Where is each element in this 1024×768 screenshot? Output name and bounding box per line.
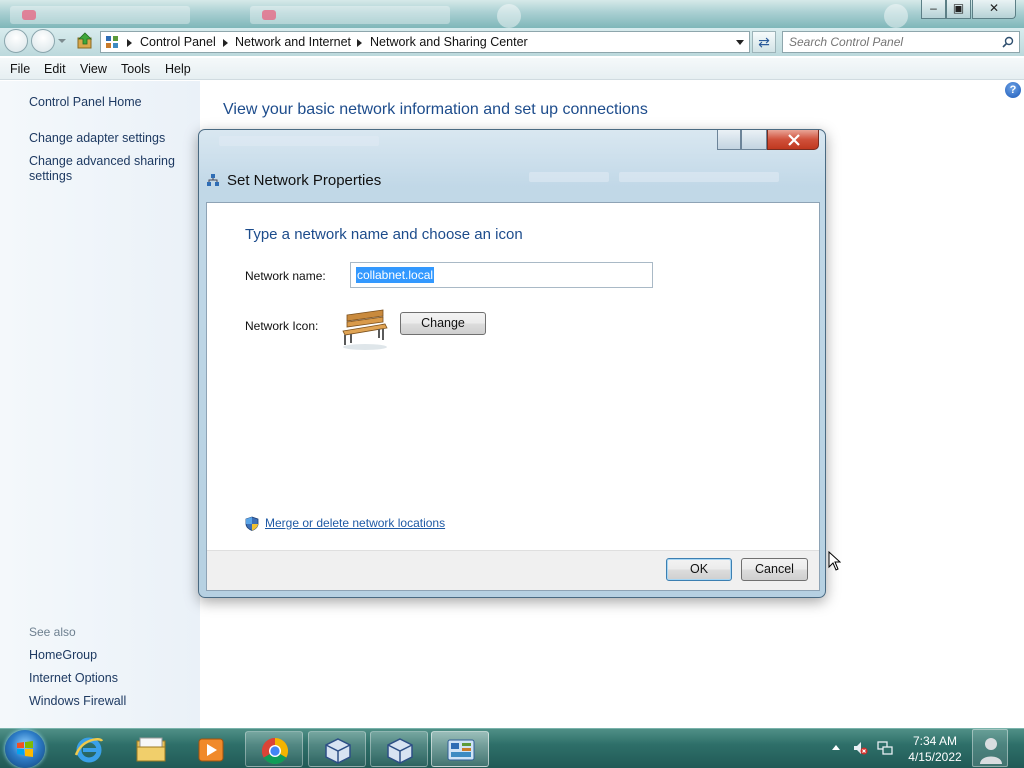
- cancel-button[interactable]: Cancel: [741, 558, 808, 581]
- taskbar-virtualbox-2[interactable]: [370, 731, 428, 767]
- system-clock[interactable]: 7:34 AM 4/15/2022: [900, 733, 970, 765]
- control-panel-home-link[interactable]: Control Panel Home: [29, 95, 142, 110]
- windows-firewall-link[interactable]: Windows Firewall: [29, 694, 126, 709]
- virtualbox-icon: [387, 738, 413, 764]
- network-name-value[interactable]: collabnet.local: [356, 267, 435, 283]
- window-titlebar: – ▣ ✕: [0, 0, 1024, 28]
- page-title: View your basic network information and …: [223, 101, 648, 118]
- background-tab-icon: [262, 10, 276, 20]
- dialog-title: Set Network Properties: [227, 172, 382, 189]
- set-network-properties-dialog: Set Network Properties Type a network na…: [198, 129, 826, 598]
- refresh-button[interactable]: ⇄: [752, 31, 776, 53]
- back-button[interactable]: [4, 29, 28, 53]
- background-tab-icon: [22, 10, 36, 20]
- internet-options-link[interactable]: Internet Options: [29, 671, 118, 686]
- glass-blur: [619, 172, 779, 182]
- taskbar: [0, 728, 1024, 768]
- bench-icon: [342, 309, 388, 350]
- taskbar-internet-explorer[interactable]: [60, 731, 118, 767]
- breadcrumb-network-internet[interactable]: Network and Internet: [235, 35, 351, 49]
- show-hidden-icons-button[interactable]: [832, 745, 840, 750]
- user-icon: [980, 738, 1002, 764]
- background-circle: [884, 4, 908, 28]
- taskbar-virtualbox-1[interactable]: [308, 731, 366, 767]
- forward-button[interactable]: [31, 29, 55, 53]
- media-player-icon: [198, 738, 224, 762]
- dialog-minimize-button[interactable]: [717, 130, 741, 150]
- taskbar-media-player[interactable]: [182, 731, 240, 767]
- volume-muted-icon[interactable]: [852, 740, 868, 756]
- background-circle: [497, 4, 521, 28]
- minimize-button[interactable]: –: [921, 0, 946, 19]
- clock-date: 4/15/2022: [908, 750, 962, 764]
- taskbar-chrome[interactable]: [245, 731, 303, 767]
- recent-pages-dropdown[interactable]: [58, 39, 66, 43]
- user-avatar-tile[interactable]: [972, 729, 1008, 767]
- network-status-icon[interactable]: [877, 740, 893, 756]
- change-adapter-settings-link[interactable]: Change adapter settings: [29, 131, 194, 146]
- dialog-heading: Type a network name and choose an icon: [245, 226, 523, 243]
- close-button[interactable]: ✕: [972, 0, 1016, 19]
- virtualbox-icon: [325, 738, 351, 764]
- search-icon[interactable]: [1002, 36, 1014, 48]
- merge-delete-locations-link[interactable]: Merge or delete network locations: [265, 516, 445, 530]
- background-tab: [250, 6, 450, 24]
- menu-file[interactable]: File: [10, 62, 30, 76]
- windows-logo-icon: [17, 741, 33, 757]
- ok-button[interactable]: OK: [666, 558, 732, 581]
- search-box[interactable]: [782, 31, 1020, 53]
- address-row: Control Panel Network and Internet Netwo…: [0, 28, 1024, 56]
- dialog-maximize-button[interactable]: [741, 130, 767, 150]
- maximize-button[interactable]: ▣: [946, 0, 971, 19]
- dialog-close-button[interactable]: [767, 130, 819, 150]
- glass-blur: [529, 172, 609, 182]
- uac-shield-icon: [245, 516, 259, 531]
- change-advanced-sharing-link[interactable]: Change advanced sharing settings: [29, 154, 179, 184]
- change-icon-button[interactable]: Change: [400, 312, 486, 335]
- breadcrumb-arrow-icon[interactable]: [223, 39, 228, 47]
- clock-time: 7:34 AM: [912, 734, 958, 748]
- start-button[interactable]: [5, 730, 45, 768]
- search-input[interactable]: [789, 34, 989, 50]
- menu-tools[interactable]: Tools: [121, 62, 150, 76]
- dialog-content: Type a network name and choose an icon N…: [206, 202, 820, 591]
- dialog-button-strip: OK Cancel: [207, 550, 819, 590]
- breadcrumb-control-panel[interactable]: Control Panel: [140, 35, 216, 49]
- glass-blur: [219, 136, 379, 146]
- internet-explorer-icon: [74, 737, 104, 763]
- network-icon-label: Network Icon:: [245, 319, 319, 333]
- menu-bar: File Edit View Tools Help: [0, 58, 1024, 80]
- breadcrumb-network-sharing-center[interactable]: Network and Sharing Center: [370, 35, 528, 49]
- windows-explorer-icon: [136, 737, 166, 762]
- taskbar-control-panel[interactable]: [431, 731, 489, 767]
- menu-help[interactable]: Help: [165, 62, 191, 76]
- network-name-field[interactable]: collabnet.local: [350, 262, 653, 288]
- network-icon: [207, 174, 219, 186]
- background-tab: [10, 6, 190, 24]
- network-name-label: Network name:: [245, 269, 326, 283]
- chrome-icon: [261, 737, 289, 765]
- control-panel-up-icon[interactable]: [76, 32, 94, 50]
- menu-edit[interactable]: Edit: [44, 62, 66, 76]
- breadcrumb-arrow-icon[interactable]: [357, 39, 362, 47]
- taskbar-windows-explorer[interactable]: [121, 731, 179, 767]
- left-navigation-pane: Control Panel Home Change adapter settin…: [0, 81, 200, 728]
- address-bar[interactable]: Control Panel Network and Internet Netwo…: [100, 31, 750, 53]
- mouse-cursor-icon: [828, 551, 841, 571]
- help-icon[interactable]: ?: [1005, 82, 1021, 98]
- homegroup-link[interactable]: HomeGroup: [29, 648, 97, 663]
- breadcrumb-arrow-icon[interactable]: [127, 39, 132, 47]
- control-panel-icon: [447, 739, 475, 761]
- address-dropdown-icon[interactable]: [736, 40, 744, 45]
- menu-view[interactable]: View: [80, 62, 107, 76]
- control-panel-icon: [106, 36, 118, 48]
- see-also-heading: See also: [29, 625, 76, 639]
- close-icon: [788, 134, 800, 146]
